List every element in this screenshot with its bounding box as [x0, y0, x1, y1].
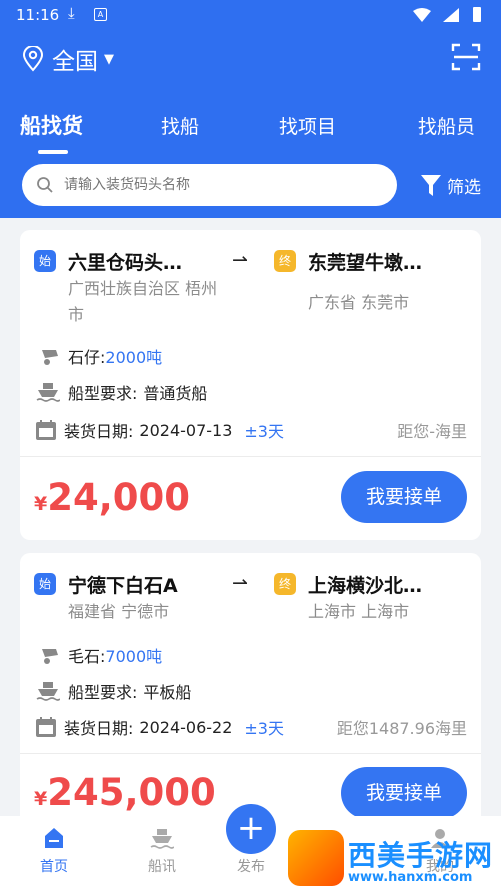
search-icon: [37, 177, 53, 193]
location-pin-icon: [22, 46, 44, 72]
loading-date: 装货日期: 2024-07-13 ±3天: [36, 418, 284, 442]
route-arrow-icon: ⇀: [232, 572, 248, 594]
search-bar[interactable]: [22, 164, 397, 206]
wheelbarrow-icon: [36, 350, 58, 365]
watermark-url: www.hanxm.com: [348, 870, 473, 885]
calendar-icon: [36, 717, 56, 737]
filter-button[interactable]: 筛选: [421, 173, 481, 198]
app-notification-icon: A: [94, 8, 107, 21]
start-badge: 始: [34, 573, 56, 595]
distance: 距您-海里: [397, 422, 467, 441]
ship-requirement-value: 普通货船: [143, 384, 208, 403]
ship-requirement-label: 船型要求:: [68, 683, 138, 702]
cargo-card[interactable]: 始 六里仓码头… ⇀ 终 东莞望牛墩… 广西壮族自治区 梧州市 广东省 东莞市 …: [20, 230, 481, 540]
freight-price: ¥245,000: [34, 771, 216, 814]
category-tabs: 船找货 找船 找项目 找船员: [0, 108, 501, 158]
cargo-amount: 7000吨: [105, 647, 163, 666]
calendar-icon: [36, 420, 56, 440]
wifi-icon: [413, 8, 431, 22]
scan-icon[interactable]: [451, 42, 481, 72]
accept-order-button[interactable]: 我要接单: [341, 767, 467, 819]
freight-price: ¥24,000: [34, 476, 190, 519]
currency-symbol: ¥: [34, 493, 48, 515]
origin-region: 广西壮族自治区 梧州市: [68, 279, 218, 324]
nav-news-label: 船讯: [148, 859, 176, 875]
origin-port: 六里仓码头…: [68, 252, 183, 274]
ship-requirement: 船型要求: 普通货船: [36, 380, 207, 404]
route: 始 宁德下白石A ⇀ 终 上海横沙北…: [34, 571, 469, 601]
ship-requirement: 船型要求: 平板船: [36, 679, 191, 703]
caret-down-icon: ▼: [104, 51, 114, 67]
cellular-signal-icon: [443, 8, 459, 22]
cargo-info: 毛石: 7000吨: [36, 643, 162, 667]
nav-publish-label: 发布: [237, 859, 265, 875]
location-selector[interactable]: 全国 ▼: [22, 42, 114, 76]
loading-date: 装货日期: 2024-06-22 ±3天: [36, 715, 284, 739]
loading-date-value: 2024-07-13: [139, 420, 233, 440]
price-value: 24,000: [47, 476, 191, 519]
funnel-icon: [421, 174, 441, 196]
destination-port: 上海横沙北…: [308, 575, 423, 597]
date-range: ±3天: [244, 422, 284, 441]
cargo-info: 石仔: 2000吨: [36, 344, 162, 368]
divider: [20, 456, 481, 457]
currency-symbol: ¥: [34, 788, 48, 810]
route: 始 六里仓码头… ⇀ 终 东莞望牛墩…: [34, 248, 469, 278]
cargo-amount: 2000吨: [105, 348, 163, 367]
destination-port: 东莞望牛墩…: [308, 252, 423, 274]
active-tab-indicator: [38, 150, 68, 154]
header: 全国 ▼ 船找货 找船 找项目 找船员 筛选: [0, 30, 501, 218]
watermark-logo: [288, 830, 344, 886]
route-arrow-icon: ⇀: [232, 249, 248, 271]
ship-icon: [36, 682, 60, 701]
end-badge: 终: [274, 573, 296, 595]
start-badge: 始: [34, 250, 56, 272]
status-bar: 11:16 ⤓ A: [0, 0, 501, 30]
divider: [20, 753, 481, 754]
battery-icon: [473, 7, 481, 22]
filter-label: 筛选: [447, 178, 481, 198]
loading-date-label: 装货日期:: [64, 422, 134, 441]
nav-home-label: 首页: [40, 859, 68, 875]
price-value: 245,000: [47, 771, 216, 814]
origin-port: 宁德下白石A: [68, 575, 178, 597]
home-icon: [45, 828, 63, 848]
ship-icon: [150, 829, 175, 849]
ship-icon: [36, 383, 60, 402]
destination-region: 广东省 东莞市: [308, 293, 410, 312]
tab-find-crew[interactable]: 找船员: [418, 112, 475, 139]
tab-find-ship[interactable]: 找船: [161, 112, 199, 139]
search-input[interactable]: [62, 176, 366, 194]
download-icon: ⤓: [68, 4, 75, 22]
distance: 距您1487.96海里: [336, 719, 467, 738]
loading-date-label: 装货日期:: [64, 719, 134, 738]
accept-order-button[interactable]: 我要接单: [341, 471, 467, 523]
destination-region: 上海市 上海市: [308, 602, 410, 621]
wheelbarrow-icon: [36, 649, 58, 664]
tab-ship-find-cargo[interactable]: 船找货: [20, 110, 83, 140]
site-watermark: 西美手游网 www.hanxm.com: [284, 828, 499, 890]
ship-requirement-value: 平板船: [143, 683, 192, 702]
origin-region: 福建省 宁德市: [68, 602, 170, 621]
ship-requirement-label: 船型要求:: [68, 384, 138, 403]
location-label: 全国: [52, 49, 98, 75]
date-range: ±3天: [244, 719, 284, 738]
cargo-name: 石仔:: [68, 348, 106, 367]
watermark-text: 西美手游网: [348, 839, 494, 872]
status-time: 11:16: [16, 6, 60, 24]
publish-button[interactable]: +: [226, 804, 276, 854]
nav-home[interactable]: 首页: [24, 826, 84, 876]
nav-news[interactable]: 船讯: [132, 826, 192, 876]
end-badge: 终: [274, 250, 296, 272]
cargo-name: 毛石:: [68, 647, 106, 666]
tab-find-project[interactable]: 找项目: [279, 112, 336, 139]
loading-date-value: 2024-06-22: [139, 717, 233, 737]
